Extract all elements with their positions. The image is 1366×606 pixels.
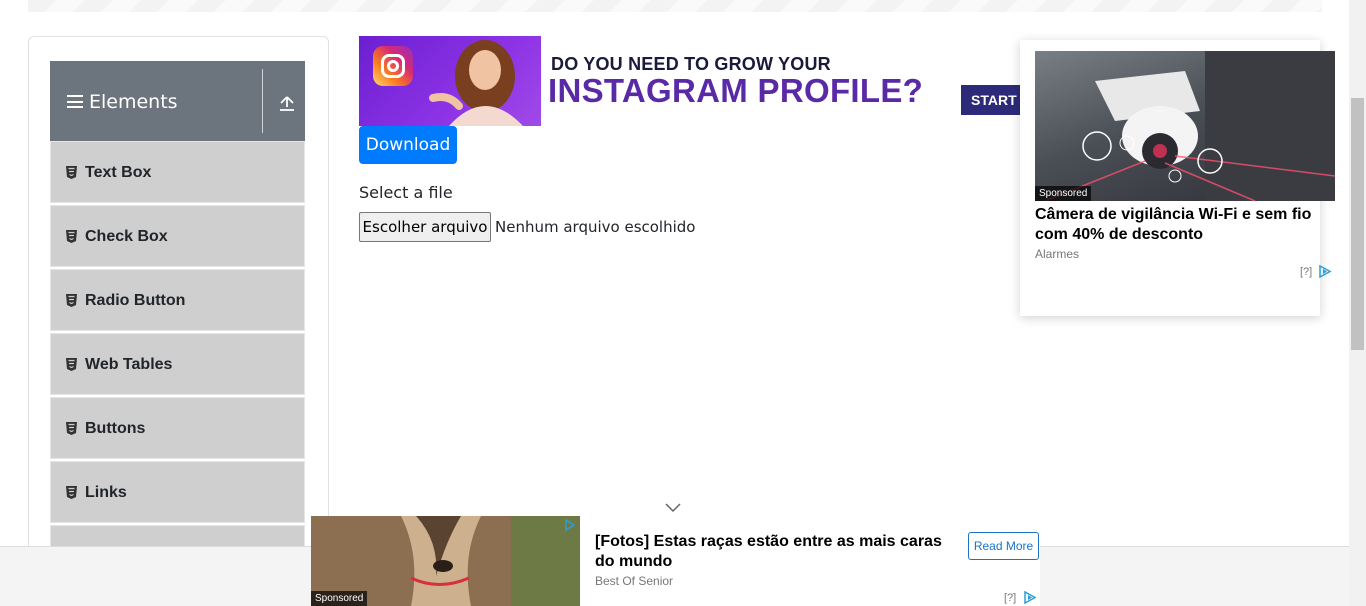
sidebar-item-radio-button[interactable]: Radio Button [50,269,305,331]
sponsored-label: Sponsored [1035,186,1092,201]
instagram-banner-ad[interactable]: DO YOU NEED TO GROW YOUR INSTAGRAM PROFI… [359,36,1020,126]
sidebar-item-label: Check Box [85,228,168,245]
adchoices-icon[interactable] [1318,265,1332,278]
sidebar-item-links[interactable]: Links [50,461,305,523]
ad-headline[interactable]: [Fotos] Estas raças estão entre as mais … [595,532,955,572]
page: Elements Text Box Check Box Radio Button… [0,0,1366,606]
download-button[interactable]: Download [359,126,457,164]
adchoices-icon[interactable] [564,519,576,531]
sidebar-item-check-box[interactable]: Check Box [50,205,305,267]
choose-file-button[interactable]: Escolher arquivo [359,212,491,242]
sidebar-item-buttons[interactable]: Buttons [50,397,305,459]
camera-sponsored-ad[interactable]: Sponsored Câmera de vigilância Wi-Fi e s… [1020,40,1335,316]
ad-model-image [429,40,523,126]
hamburger-icon [67,95,83,108]
read-more-button[interactable]: Read More [968,532,1039,560]
html5-icon [66,166,77,179]
sidebar-item-label: Radio Button [85,292,186,309]
ad-info-link[interactable]: [?] [1004,592,1016,604]
html5-icon [66,294,77,307]
sidebar-item-text-box[interactable]: Text Box [50,141,305,203]
ad-info-link[interactable]: [?] [1300,266,1312,278]
select-file-label: Select a file [359,183,453,202]
ad-camera-image: Sponsored [1035,51,1335,201]
group-title: Elements [89,91,178,113]
adchoices-icon[interactable] [1023,591,1037,604]
elements-group-header[interactable]: Elements [50,61,305,141]
chevron-down-icon[interactable] [665,503,681,513]
ad-source: Best Of Senior [595,574,674,588]
header-divider [262,69,263,133]
sidebar-item-label: Text Box [85,164,152,181]
html5-icon [66,230,77,243]
scrollbar-thumb[interactable] [1351,98,1364,350]
sidebar-item-label: Web Tables [85,356,173,373]
collapse-up-icon[interactable] [278,94,296,112]
sidebar-item-label: Links [85,484,127,501]
html5-icon [66,422,77,435]
file-status-text: Nenhum arquivo escolhido [495,218,696,236]
instagram-logo-icon [373,46,413,86]
page-scrollbar[interactable] [1349,0,1366,606]
ad-headline[interactable]: Câmera de vigilância Wi-Fi e sem fio com… [1035,205,1325,245]
sidebar-menu: Text Box Check Box Radio Button Web Tabl… [50,141,305,551]
ad-start-button[interactable]: START [961,85,1020,115]
html5-icon [66,486,77,499]
ad-headline-line2: INSTAGRAM PROFILE? [548,72,924,109]
top-banner [28,0,1322,12]
bottom-sponsored-ad[interactable]: Sponsored [Fotos] Estas raças estão entr… [311,516,1040,606]
sidebar-item-web-tables[interactable]: Web Tables [50,333,305,395]
security-camera-icon [1044,51,1335,201]
ad-dog-image: Sponsored [311,516,580,606]
ad-source: Alarmes [1035,247,1080,261]
html5-icon [66,358,77,371]
sidebar-item-label: Buttons [85,420,146,437]
sponsored-label: Sponsored [311,591,368,606]
